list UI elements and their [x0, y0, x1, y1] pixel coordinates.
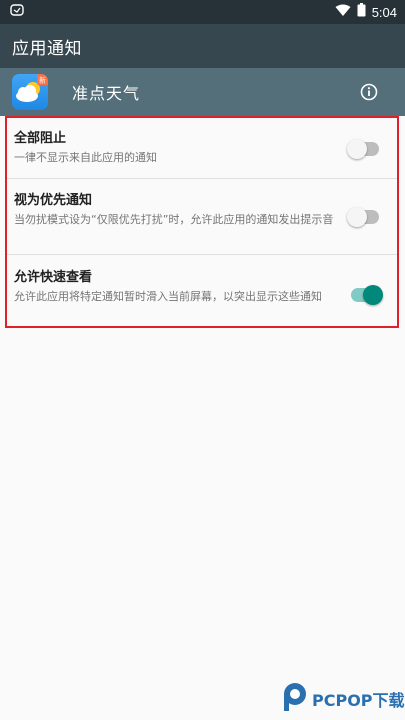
- priority-toggle[interactable]: [347, 207, 379, 227]
- peek-toggle[interactable]: [351, 285, 383, 305]
- weather-app-icon: 新: [12, 74, 48, 110]
- setting-subtitle: 允许此应用将特定通知暂时滑入当前屏幕，以突出显示这些通知: [14, 290, 322, 303]
- app-bar: 应用通知: [0, 24, 405, 68]
- wifi-icon: [335, 4, 351, 21]
- setting-subtitle: 一律不显示来自此应用的通知: [14, 151, 157, 164]
- setting-title: 允许快速查看: [14, 270, 93, 285]
- divider: [7, 254, 397, 255]
- info-icon[interactable]: [359, 82, 379, 102]
- divider: [7, 178, 397, 179]
- toggle-knob: [347, 207, 367, 227]
- watermark-text: PCPOP下载: [312, 691, 405, 710]
- app-name: 准点天气: [72, 84, 141, 103]
- setting-title: 全部阻止: [14, 131, 67, 146]
- watermark-logo-icon: [282, 682, 308, 716]
- page-title: 应用通知: [12, 38, 82, 59]
- notification-icon: [10, 4, 24, 20]
- app-header: 新 准点天气: [0, 68, 405, 116]
- setting-subtitle: 当勿扰模式设为“仅限优先打扰”时，允许此应用的通知发出提示音: [14, 213, 334, 226]
- status-bar: 5:04: [0, 0, 405, 24]
- notification-settings-list: 全部阻止 一律不显示来自此应用的通知 视为优先通知 当勿扰模式设为“仅限优先打扰…: [5, 116, 399, 328]
- setting-peek[interactable]: 允许快速查看 允许此应用将特定通知暂时滑入当前屏幕，以突出显示这些通知: [7, 269, 397, 305]
- setting-block-all[interactable]: 全部阻止 一律不显示来自此应用的通知: [7, 130, 397, 166]
- setting-priority[interactable]: 视为优先通知 当勿扰模式设为“仅限优先打扰”时，允许此应用的通知发出提示音: [7, 192, 397, 228]
- watermark: PCPOP下载: [282, 682, 405, 716]
- toggle-knob: [363, 285, 383, 305]
- status-time: 5:04: [371, 4, 397, 20]
- toggle-knob: [347, 139, 367, 159]
- svg-text:新: 新: [39, 76, 46, 85]
- battery-icon: [357, 3, 366, 21]
- setting-title: 视为优先通知: [14, 193, 93, 208]
- block-all-toggle[interactable]: [347, 139, 379, 159]
